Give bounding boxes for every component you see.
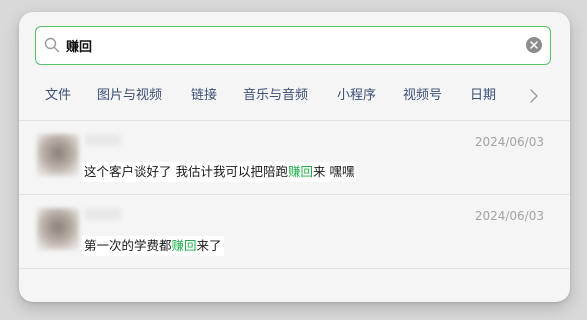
result-item[interactable]: 2024/06/03 这个客户谈好了 我估计我可以把陪跑赚回来 嘿嘿 [19, 122, 570, 194]
tab-files[interactable]: 文件 [45, 82, 71, 110]
message-text: 来了 [196, 238, 222, 253]
search-box[interactable] [35, 26, 551, 65]
divider [19, 268, 570, 269]
tab-links[interactable]: 链接 [191, 82, 217, 110]
tab-music-audio[interactable]: 音乐与音频 [243, 82, 308, 110]
clear-icon[interactable] [526, 37, 542, 53]
message-highlight: 赚回 [171, 238, 197, 253]
sender-name-redacted [85, 134, 121, 146]
tab-channels[interactable]: 视频号 [403, 82, 442, 110]
message-text: 这个客户谈好了 我估计我可以把陪跑 [84, 164, 288, 179]
result-date: 2024/06/03 [474, 135, 544, 149]
divider [19, 194, 570, 195]
search-icon [44, 37, 60, 53]
avatar [37, 208, 79, 250]
message-text: 来 嘿嘿 [313, 164, 355, 179]
tab-mini-programs[interactable]: 小程序 [337, 82, 376, 110]
chevron-right-icon[interactable] [527, 88, 541, 104]
divider [19, 120, 570, 121]
search-panel: 文件 图片与视频 链接 音乐与音频 小程序 视频号 日期 2024/06/03 … [19, 12, 570, 302]
message-highlight: 赚回 [287, 164, 313, 179]
search-input[interactable] [66, 27, 516, 64]
result-item[interactable]: 2024/06/03 第一次的学费都赚回来了 [19, 196, 570, 268]
tab-images-videos[interactable]: 图片与视频 [97, 82, 162, 110]
result-message: 第一次的学费都赚回来了 [82, 236, 224, 256]
result-date: 2024/06/03 [474, 209, 544, 223]
result-message: 这个客户谈好了 我估计我可以把陪跑赚回来 嘿嘿 [82, 162, 357, 182]
sender-name-redacted [85, 208, 121, 220]
avatar [37, 134, 79, 176]
tab-date[interactable]: 日期 [470, 82, 496, 110]
filter-tabs: 文件 图片与视频 链接 音乐与音频 小程序 视频号 日期 [19, 82, 570, 110]
message-text: 第一次的学费都 [84, 238, 172, 253]
